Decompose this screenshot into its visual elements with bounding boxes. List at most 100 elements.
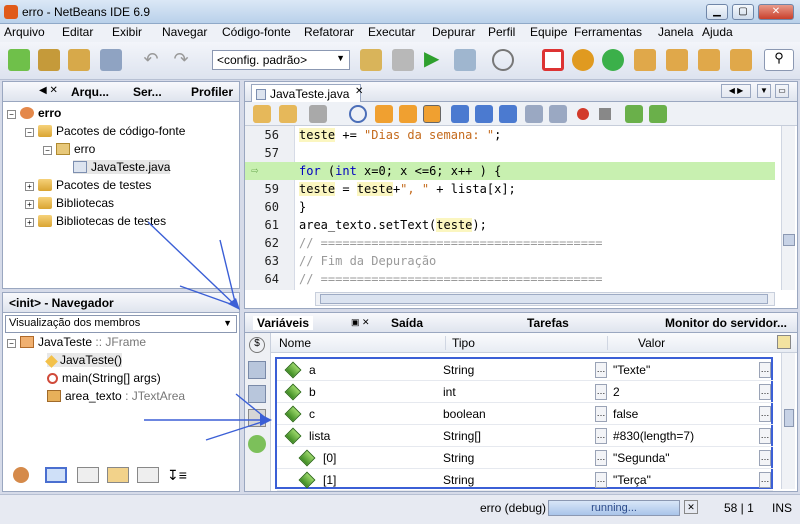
find-previous-icon[interactable] xyxy=(375,105,393,123)
col-name[interactable]: Nome xyxy=(279,336,311,350)
code-line[interactable]: 60} xyxy=(245,198,775,216)
save-all-icon[interactable] xyxy=(100,49,122,71)
finish-debug-icon[interactable] xyxy=(542,49,564,71)
previous-bookmark-icon[interactable] xyxy=(451,105,469,123)
code-line[interactable]: 61 area_texto.setText(teste); xyxy=(245,216,775,234)
variable-row[interactable]: [0]… String "Segunda"… xyxy=(277,447,773,469)
edit-value-button[interactable]: … xyxy=(759,362,771,378)
scrollbar-thumb[interactable] xyxy=(783,234,795,246)
show-inherited-icon[interactable] xyxy=(248,409,266,427)
open-project-icon[interactable] xyxy=(68,49,90,71)
menu-item[interactable]: Ajuda xyxy=(702,25,733,39)
menu-item[interactable]: Refatorar xyxy=(304,25,354,39)
debug-project-icon[interactable] xyxy=(454,49,476,71)
tab-scroll-icon[interactable]: ◀ ✕ xyxy=(39,85,58,96)
tab-tasks[interactable]: Tarefas xyxy=(527,316,569,330)
menu-item[interactable]: Editar xyxy=(62,25,93,39)
cancel-progress-icon[interactable]: ✕ xyxy=(684,500,698,514)
edit-value-button[interactable]: … xyxy=(759,406,771,422)
navigator-class[interactable]: − JavaTeste :: JFrame xyxy=(7,335,146,349)
show-classes-icon[interactable] xyxy=(248,361,266,379)
edit-value-button[interactable]: … xyxy=(759,384,771,400)
step-over-expression-icon[interactable] xyxy=(666,49,688,71)
tab-close-icon[interactable]: ▣ ✕ xyxy=(351,317,370,328)
variable-row[interactable]: a… String "Texte"… xyxy=(277,359,773,381)
show-static-icon[interactable] xyxy=(77,467,99,483)
new-file-icon[interactable] xyxy=(8,49,30,71)
last-edit-icon[interactable] xyxy=(309,105,327,123)
uncomment-icon[interactable] xyxy=(649,105,667,123)
clean-build-icon[interactable] xyxy=(392,49,414,71)
step-out-icon[interactable] xyxy=(730,49,752,71)
code-line[interactable]: 56 teste += "Dias da semana: "; xyxy=(245,126,775,144)
menu-item[interactable]: Exibir xyxy=(112,25,142,39)
tree-node-libraries[interactable]: + Bibliotecas xyxy=(25,196,114,210)
maximize-button[interactable]: ▢ xyxy=(732,4,754,20)
start-macro-icon[interactable] xyxy=(577,108,589,120)
edit-value-button[interactable]: … xyxy=(759,472,771,488)
tree-node-test-libraries[interactable]: + Bibliotecas de testes xyxy=(25,214,166,228)
minimize-button[interactable]: ▁ xyxy=(706,4,728,20)
tree-node-package[interactable]: − erro xyxy=(43,142,95,156)
navigator-member-field[interactable]: area_texto : JTextArea xyxy=(47,389,185,403)
horizontal-scrollbar[interactable] xyxy=(315,292,775,306)
tab-variables[interactable]: Variáveis xyxy=(253,316,314,330)
watch-icon[interactable]: $ xyxy=(249,337,265,353)
code-line[interactable]: 64 // ===================================… xyxy=(245,270,775,288)
variable-row[interactable]: [1]… String "Terça"… xyxy=(277,469,773,491)
tab-profiler[interactable]: Profiler xyxy=(191,85,233,99)
variable-row[interactable]: lista… String[] #830(length=7)… xyxy=(277,425,773,447)
undo-icon[interactable]: ↶ xyxy=(140,49,162,71)
forward-icon[interactable] xyxy=(279,105,297,123)
tab-services[interactable]: Ser... xyxy=(133,85,162,99)
variable-value[interactable]: #830(length=7) xyxy=(613,429,694,443)
col-type[interactable]: Tipo xyxy=(445,336,475,350)
code-area[interactable]: 56teste += "Dias da semana: ";5758⇨for (… xyxy=(245,126,775,290)
customize-type-button[interactable]: … xyxy=(595,450,607,466)
back-icon[interactable] xyxy=(253,105,271,123)
show-non-public-icon[interactable] xyxy=(107,467,129,483)
find-icon[interactable] xyxy=(349,105,367,123)
new-watch-icon[interactable] xyxy=(248,435,266,453)
menu-item[interactable]: Navegar xyxy=(162,25,207,39)
tab-output[interactable]: Saída xyxy=(391,316,423,330)
menu-item[interactable]: Perfil xyxy=(488,25,515,39)
tab-list-icon[interactable]: ▼ xyxy=(757,84,771,98)
variables-scrollbar[interactable] xyxy=(781,353,795,489)
step-over-icon[interactable] xyxy=(634,49,656,71)
toggle-highlight-icon[interactable] xyxy=(423,105,441,123)
shift-left-icon[interactable] xyxy=(525,105,543,123)
code-line[interactable]: 58⇨for (int x=0; x <=6; x++ ) { xyxy=(245,162,775,180)
continue-icon[interactable] xyxy=(602,49,624,71)
edit-value-button[interactable]: … xyxy=(759,428,771,444)
stop-macro-icon[interactable] xyxy=(599,108,611,120)
variable-value[interactable]: "Segunda" xyxy=(613,451,670,465)
tree-node-test-packages[interactable]: + Pacotes de testes xyxy=(25,178,151,192)
customize-type-button[interactable]: … xyxy=(595,472,607,488)
menu-item[interactable]: Equipe xyxy=(530,25,567,39)
new-project-icon[interactable] xyxy=(38,49,60,71)
show-fields-icon[interactable] xyxy=(45,467,67,483)
tree-node-source-packages[interactable]: − Pacotes de código-fonte xyxy=(25,124,185,138)
find-next-icon[interactable] xyxy=(399,105,417,123)
customize-type-button[interactable]: … xyxy=(595,384,607,400)
code-line[interactable]: 63 // Fim da Depuração xyxy=(245,252,775,270)
col-value[interactable]: Valor xyxy=(607,336,665,350)
sort-by-source-icon[interactable]: ↧≡ xyxy=(167,467,187,484)
variable-value[interactable]: 2 xyxy=(613,385,620,399)
variable-row[interactable]: c… boolean false… xyxy=(277,403,773,425)
tab-server-monitor[interactable]: Monitor do servidor... xyxy=(665,316,787,330)
variable-row[interactable]: b… int 2… xyxy=(277,381,773,403)
tab-projects[interactable]: Arqu... xyxy=(71,85,109,99)
profile-icon[interactable] xyxy=(492,49,514,71)
sort-by-name-icon[interactable] xyxy=(137,467,159,483)
tree-node-project[interactable]: − erro xyxy=(7,106,61,120)
close-tab-icon[interactable]: ✕ xyxy=(355,86,363,97)
build-hammer-icon[interactable] xyxy=(360,49,382,71)
customize-type-button[interactable]: … xyxy=(595,428,607,444)
variable-value[interactable]: false xyxy=(613,407,638,421)
navigator-view-select[interactable]: Visualização dos membros ▼ xyxy=(5,315,237,333)
show-static-icon[interactable] xyxy=(248,385,266,403)
menu-item[interactable]: Janela xyxy=(658,25,693,39)
menu-item[interactable]: Código-fonte xyxy=(222,25,291,39)
